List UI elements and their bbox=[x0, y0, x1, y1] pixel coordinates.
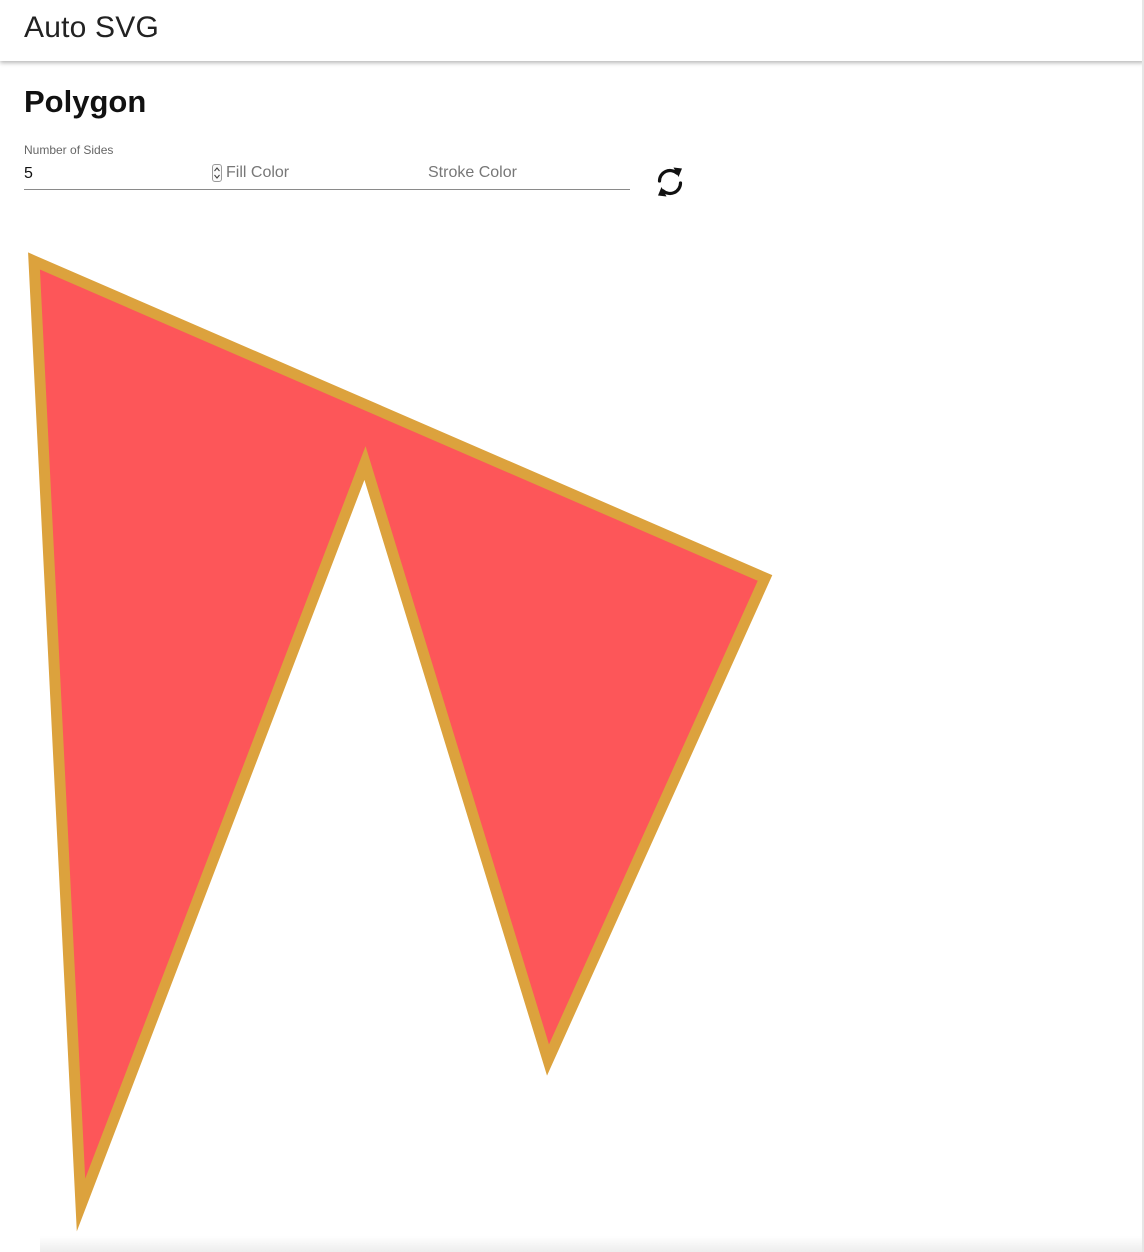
polygon-form: Fill Color Stroke Color bbox=[24, 160, 630, 190]
bottom-shadow bbox=[40, 1236, 1144, 1252]
fill-color-field[interactable]: Fill Color bbox=[226, 164, 289, 182]
polygon-canvas bbox=[28, 252, 773, 1232]
app-title: Auto SVG bbox=[24, 11, 160, 44]
sides-input[interactable] bbox=[24, 160, 224, 188]
page-title: Polygon bbox=[24, 84, 147, 119]
spinner-arrows-icon[interactable] bbox=[212, 164, 222, 182]
sides-field-label: Number of Sides bbox=[24, 143, 114, 157]
stroke-color-field[interactable]: Stroke Color bbox=[428, 164, 517, 182]
refresh-icon bbox=[657, 167, 683, 197]
refresh-button[interactable] bbox=[649, 159, 691, 205]
app-bar: Auto SVG bbox=[0, 0, 1144, 61]
polygon-shape bbox=[28, 252, 773, 1232]
